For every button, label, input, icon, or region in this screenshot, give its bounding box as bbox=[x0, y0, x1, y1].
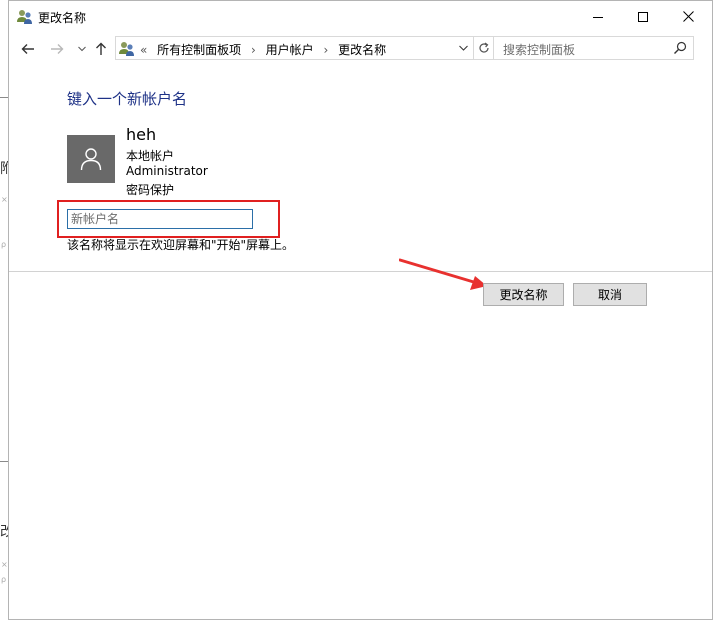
back-button[interactable] bbox=[17, 38, 39, 60]
title-bar[interactable]: 更改名称 bbox=[9, 1, 712, 32]
minimize-button[interactable] bbox=[575, 1, 621, 32]
account-role: Administrator bbox=[126, 164, 208, 178]
address-bar[interactable]: « 所有控制面板项 › 用户帐户 › 更改名称 bbox=[115, 36, 474, 60]
account-type: 本地帐户 bbox=[126, 149, 175, 163]
background-text-fragment: 附 bbox=[0, 161, 8, 177]
up-button[interactable] bbox=[90, 38, 112, 60]
user-avatar-icon bbox=[80, 148, 102, 171]
background-mark: ρ bbox=[1, 240, 7, 249]
divider bbox=[9, 271, 712, 272]
background-mark: ρ bbox=[1, 575, 7, 584]
background-divider bbox=[0, 97, 8, 98]
forward-button[interactable] bbox=[46, 38, 68, 60]
breadcrumb-overflow[interactable]: « bbox=[140, 43, 147, 57]
close-button[interactable] bbox=[665, 1, 711, 32]
up-arrow-icon bbox=[96, 42, 106, 55]
address-dropdown-button[interactable] bbox=[455, 40, 471, 56]
user-name: heh bbox=[126, 125, 157, 144]
breadcrumb-separator[interactable]: › bbox=[324, 43, 329, 57]
cancel-button[interactable]: 取消 bbox=[573, 283, 647, 306]
users-icon bbox=[119, 42, 134, 56]
maximize-button[interactable] bbox=[620, 1, 666, 32]
users-icon bbox=[17, 10, 32, 24]
breadcrumb-separator[interactable]: › bbox=[251, 43, 256, 57]
rename-button[interactable]: 更改名称 bbox=[483, 283, 564, 306]
breadcrumb-item-user-accounts[interactable]: 用户帐户 bbox=[266, 41, 314, 58]
chevron-down-icon bbox=[78, 46, 86, 52]
background-divider bbox=[0, 461, 8, 462]
avatar bbox=[67, 135, 115, 183]
breadcrumb-item-change-name[interactable]: 更改名称 bbox=[338, 41, 386, 58]
rename-account-window: 更改名称 « 所有控制面板项 › 用户帐户 › 更改名称 搜索控制面板 键入一个… bbox=[8, 0, 713, 620]
back-arrow-icon bbox=[21, 44, 34, 54]
forward-arrow-icon bbox=[51, 44, 64, 54]
minimize-icon bbox=[593, 16, 603, 18]
navigation-bar: « 所有控制面板项 › 用户帐户 › 更改名称 搜索控制面板 bbox=[9, 36, 712, 62]
background-text-fragment: 改 bbox=[0, 524, 8, 540]
search-box[interactable]: 搜索控制面板 bbox=[493, 36, 694, 60]
window-title: 更改名称 bbox=[38, 11, 87, 25]
close-icon bbox=[682, 11, 694, 22]
refresh-button[interactable] bbox=[474, 36, 494, 60]
breadcrumb: « 所有控制面板项 › 用户帐户 › 更改名称 bbox=[140, 41, 386, 58]
chevron-down-icon bbox=[458, 45, 468, 51]
background-mark: × bbox=[1, 560, 8, 569]
search-icon[interactable] bbox=[673, 41, 687, 55]
page-title: 键入一个新帐户名 bbox=[67, 90, 188, 108]
breadcrumb-item-all-control-panel[interactable]: 所有控制面板项 bbox=[157, 41, 241, 58]
name-description: 该名称将显示在欢迎屏幕和"开始"屏幕上。 bbox=[67, 238, 295, 252]
highlight-box bbox=[57, 200, 280, 238]
search-placeholder: 搜索控制面板 bbox=[503, 43, 576, 57]
background-mark: × bbox=[1, 195, 8, 204]
password-status: 密码保护 bbox=[126, 183, 175, 197]
refresh-icon bbox=[478, 42, 489, 53]
maximize-icon bbox=[638, 11, 648, 22]
